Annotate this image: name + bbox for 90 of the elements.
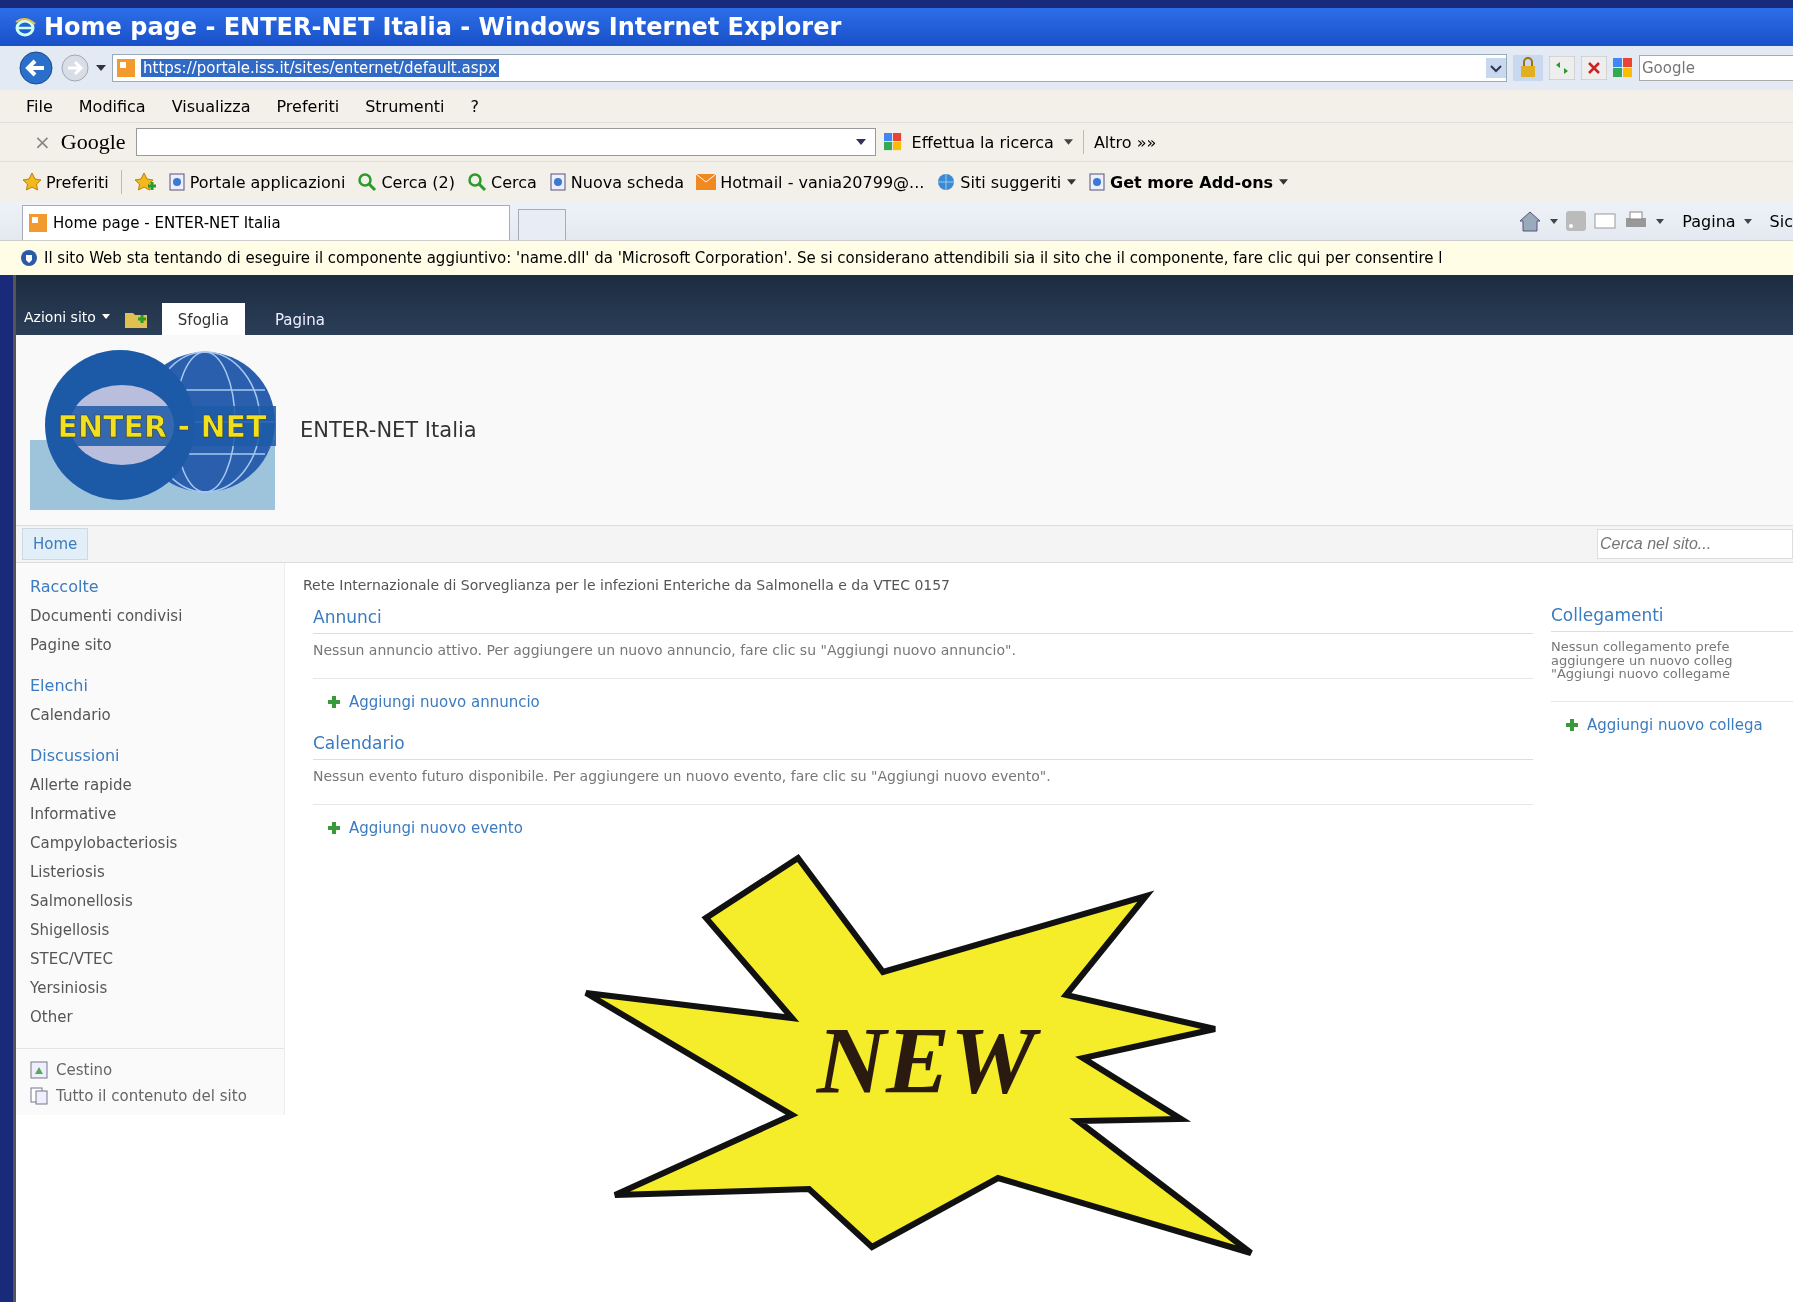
ribbon-tab[interactable]: Sfoglia	[161, 303, 245, 335]
shield-icon	[20, 249, 38, 267]
google-logo-icon	[883, 133, 902, 151]
plus-icon	[1565, 717, 1579, 732]
favorites-link[interactable]: Cerca (2)	[381, 172, 455, 192]
web-part-title[interactable]: Calendario	[313, 733, 1533, 760]
address-field[interactable]: https://portale.iss.it/sites/enternet/default.aspx	[112, 54, 1507, 82]
mail-icon	[696, 174, 717, 190]
home-icon[interactable]	[1518, 210, 1543, 232]
nav-link[interactable]: Yersiniosis	[30, 979, 284, 997]
star-icon	[22, 172, 42, 192]
nav-link[interactable]: Pagine sito	[30, 636, 284, 654]
nav-link[interactable]: Calendario	[30, 706, 284, 724]
caret-icon[interactable]	[1063, 139, 1073, 145]
caret-icon	[1279, 179, 1289, 185]
caret-icon	[1067, 179, 1077, 185]
favorites-link[interactable]: Nuova scheda	[570, 172, 685, 192]
section-heading-link[interactable]: Raccolte	[30, 577, 284, 596]
caret-icon[interactable]	[101, 314, 110, 319]
nav-link[interactable]: Other	[30, 1008, 284, 1026]
caret-icon[interactable]	[1656, 218, 1665, 224]
menu-item[interactable]: Modifica	[78, 96, 146, 116]
nav-link[interactable]: Informative	[30, 805, 284, 823]
favorites-link[interactable]: Preferiti	[46, 172, 109, 192]
google-logo-icon	[1613, 58, 1633, 78]
empty-message: Nessun annuncio attivo. Per aggiungere un nuovo annuncio, fare clic su "Aggiungi nuovo annuncio".	[313, 634, 1533, 679]
search-button[interactable]: Effettua la ricerca	[911, 132, 1054, 152]
browser-tab[interactable]: Home page - ENTER-NET Italia	[22, 205, 510, 240]
menu-item[interactable]: Strumenti	[365, 96, 445, 116]
plus-icon	[327, 821, 341, 835]
page-icon	[167, 173, 186, 191]
empty-message: Nessun evento futuro disponibile. Per aggiungere un nuovo evento, fare clic su "Aggiungi nuovo evento".	[313, 760, 1533, 805]
search-icon	[467, 172, 487, 192]
caret-icon[interactable]	[96, 65, 106, 71]
nav-link[interactable]: STEC/VTEC	[30, 950, 284, 968]
favorites-link[interactable]: Siti suggeriti	[960, 172, 1077, 192]
nav-link[interactable]: Listeriosis	[30, 863, 284, 881]
favorites-link[interactable]: Cerca	[491, 172, 537, 192]
section-heading-link[interactable]: Discussioni	[30, 746, 284, 765]
web-part-title[interactable]: Collegamenti	[1551, 605, 1793, 632]
add-link[interactable]: Aggiungi nuovo annuncio	[349, 693, 540, 711]
nav-link[interactable]: Shigellosis	[30, 921, 284, 939]
back-button[interactable]	[18, 50, 54, 86]
nav-link[interactable]: Tutto il contenuto del sito	[56, 1087, 247, 1105]
menu-item[interactable]: Visualizza	[171, 96, 251, 116]
favorites-link[interactable]: Portale applicazioni	[189, 172, 346, 192]
browser-logo-icon	[14, 16, 36, 38]
google-search-field[interactable]	[135, 128, 876, 156]
nav-link[interactable]: Cestino	[56, 1061, 113, 1079]
bin-icon	[30, 1061, 48, 1079]
ribbon-tab[interactable]: Pagina	[258, 303, 341, 335]
add-favorite-icon[interactable]	[133, 172, 156, 192]
page-icon	[29, 214, 47, 232]
google-logo: Google	[60, 129, 126, 155]
page-icon	[117, 59, 135, 77]
caret-icon[interactable]	[1743, 218, 1752, 224]
favorites-link[interactable]: Hotmail - vania20799@...	[720, 172, 925, 192]
plus-icon	[327, 695, 341, 709]
menu-item[interactable]: File	[26, 96, 53, 116]
dropdown-icon[interactable]	[1486, 58, 1506, 78]
page-icon	[1088, 173, 1107, 191]
favorites-link[interactable]: Get more Add-ons	[1110, 172, 1289, 192]
more-button[interactable]: Altro »»	[1093, 132, 1157, 152]
site-title[interactable]: ENTER-NET Italia	[300, 418, 477, 442]
menu-item[interactable]: Preferiti	[276, 96, 340, 116]
command-menu[interactable]: Pagina	[1682, 211, 1736, 231]
search-icon	[357, 172, 378, 192]
globe-icon	[936, 172, 957, 192]
nav-tab[interactable]: Home	[22, 528, 89, 560]
section-heading-link[interactable]: Elenchi	[30, 676, 284, 695]
nav-link[interactable]: Salmonellosis	[30, 892, 284, 910]
caret-icon[interactable]	[1550, 218, 1559, 224]
web-part-title[interactable]: Annunci	[313, 607, 1533, 634]
window-title: Home page - ENTER-NET Italia - Windows Internet Explorer	[44, 13, 842, 41]
site-description: Rete Internazionale di Sorveglianza per le infezioni Enteriche da Salmonella e da VTEC 0157	[303, 577, 952, 593]
search-field[interactable]: Google	[1639, 55, 1793, 81]
lock-icon[interactable]	[1513, 55, 1543, 81]
command-menu[interactable]: Sic	[1769, 211, 1793, 231]
site-actions-menu[interactable]: Azioni sito	[24, 309, 96, 335]
nav-link[interactable]: Allerte rapide	[30, 776, 284, 794]
add-link[interactable]: Aggiungi nuovo evento	[349, 819, 523, 837]
refresh-icon[interactable]	[1549, 56, 1575, 80]
documents-icon	[30, 1087, 48, 1105]
page-icon	[548, 173, 567, 191]
close-icon[interactable]	[1581, 56, 1607, 80]
nav-link[interactable]: Campylobacteriosis	[30, 834, 284, 852]
menu-item[interactable]: ?	[470, 96, 480, 116]
add-link[interactable]: Aggiungi nuovo collega	[1587, 715, 1763, 734]
empty-message: Nessun collegamento prefe aggiungere un nuovo colleg "Aggiungi nuovo collegame	[1551, 632, 1793, 702]
nav-link[interactable]: Documenti condivisi	[30, 607, 284, 625]
